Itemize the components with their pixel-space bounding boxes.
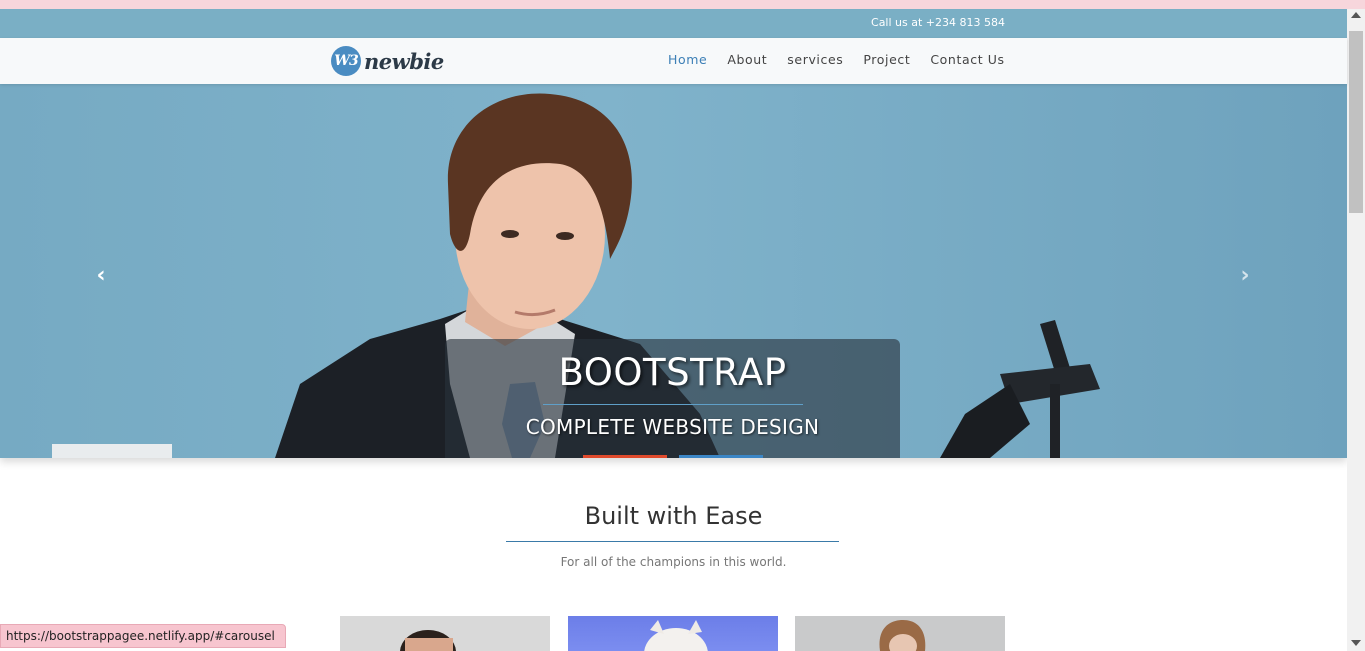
main-navbar: W3 newbie Home About services Project Co… [0, 38, 1347, 84]
nav-home[interactable]: Home [668, 52, 707, 67]
chevron-left-icon: ‹ [96, 262, 106, 288]
hero-carousel: ‹ › BOOTSTRAP COMPLETE WEBSITE DESIGN [0, 84, 1347, 458]
carousel-next-button[interactable]: › [1230, 260, 1260, 290]
scroll-down-icon[interactable] [1351, 640, 1361, 646]
nav-services[interactable]: services [787, 52, 843, 67]
carousel-prev-button[interactable]: ‹ [86, 260, 116, 290]
section-divider [506, 541, 839, 542]
card-image-man-photo [400, 630, 456, 651]
scroll-thumb[interactable] [1349, 31, 1363, 213]
caption-divider [542, 404, 803, 405]
nav-project[interactable]: Project [863, 52, 910, 67]
chevron-right-icon: › [1240, 262, 1250, 288]
page-scrollbar[interactable] [1347, 9, 1365, 651]
status-bar-url: https://bootstrappagee.netlify.app/#caro… [0, 624, 286, 648]
logo-wordmark: newbie [364, 48, 444, 74]
card-image-dog-photo [644, 620, 708, 651]
card-image-dog[interactable] [568, 616, 778, 651]
top-contact-bar: Call us at +234 813 584 [0, 9, 1347, 38]
caption-subtitle: COMPLETE WEBSITE DESIGN [525, 415, 820, 439]
card-image-woman-photo [879, 620, 926, 651]
top-strip [0, 0, 1365, 9]
nav-about[interactable]: About [727, 52, 767, 67]
call-us-text: Call us at +234 813 584 [871, 16, 1005, 29]
nav-menu: Home About services Project Contact Us [668, 52, 1005, 67]
section-subtitle: For all of the champions in this world. [560, 555, 787, 569]
carousel-caption: BOOTSTRAP COMPLETE WEBSITE DESIGN [445, 339, 900, 458]
carousel-indicator-2[interactable] [679, 455, 763, 458]
carousel-indicator-1[interactable] [583, 455, 667, 458]
card-image-woman[interactable] [795, 616, 1005, 651]
nav-contact-us[interactable]: Contact Us [930, 52, 1004, 67]
scroll-up-icon[interactable] [1351, 12, 1361, 18]
page: Call us at +234 813 584 W3 newbie Home A… [0, 0, 1365, 651]
site-logo[interactable]: W3 newbie [331, 45, 444, 77]
section-title: Built with Ease [584, 502, 763, 530]
card-image-man[interactable] [340, 616, 550, 651]
caption-title: BOOTSTRAP [558, 351, 787, 394]
logo-badge: W3 [331, 46, 361, 76]
